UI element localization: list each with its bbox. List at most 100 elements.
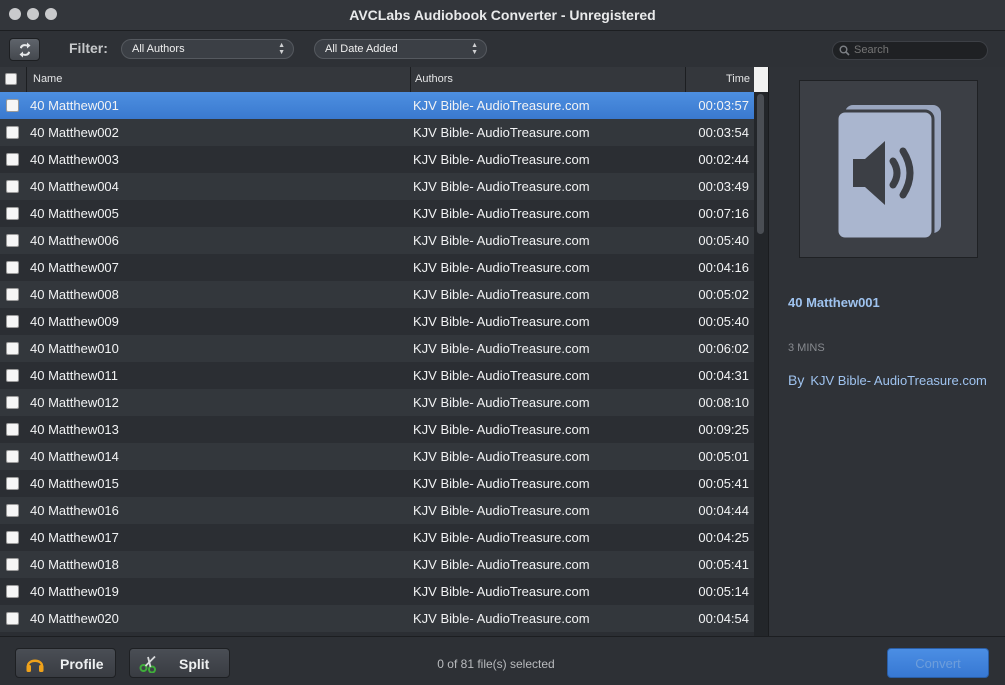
row-time: 00:06:02 (698, 341, 749, 356)
column-divider (26, 67, 27, 92)
row-checkbox[interactable] (6, 234, 19, 247)
row-author: KJV Bible- AudioTreasure.com (413, 125, 590, 140)
row-time: 00:04:44 (698, 503, 749, 518)
select-all-checkbox[interactable] (5, 73, 17, 85)
row-time: 00:03:54 (698, 125, 749, 140)
row-checkbox[interactable] (6, 369, 19, 382)
row-checkbox[interactable] (6, 585, 19, 598)
row-checkbox[interactable] (6, 342, 19, 355)
row-checkbox[interactable] (6, 477, 19, 490)
row-time: 00:05:40 (698, 314, 749, 329)
row-time: 00:03:57 (698, 98, 749, 113)
table-row[interactable]: 40 Matthew017 KJV Bible- AudioTreasure.co… (0, 524, 754, 551)
cover-art (799, 80, 978, 258)
toolbar: Filter: All Authors ▲ ▼ All Date Added ▲ ▼ (0, 31, 1005, 68)
audiobook-table: Name Authors Time 40 Matthew001 KJV Bible… (0, 67, 769, 636)
row-checkbox[interactable] (6, 612, 19, 625)
row-checkbox[interactable] (6, 315, 19, 328)
row-name: 40 Matthew014 (30, 449, 119, 464)
row-checkbox[interactable] (6, 531, 19, 544)
row-name: 40 Matthew001 (30, 98, 119, 113)
selected-book-title: 40 Matthew001 (788, 295, 880, 310)
updown-chevron-icon: ▲ ▼ (278, 42, 285, 56)
table-row[interactable]: 40 Matthew005 KJV Bible- AudioTreasure.co… (0, 200, 754, 227)
selected-book-author: KJV Bible- AudioTreasure.com (810, 373, 987, 388)
table-row[interactable]: 40 Matthew003 KJV Bible- AudioTreasure.co… (0, 146, 754, 173)
table-row[interactable]: 40 Matthew013 KJV Bible- AudioTreasure.co… (0, 416, 754, 443)
row-checkbox[interactable] (6, 396, 19, 409)
table-row[interactable]: 40 Matthew004 KJV Bible- AudioTreasure.co… (0, 173, 754, 200)
authors-filter-value: All Authors (132, 43, 185, 55)
row-name: 40 Matthew010 (30, 341, 119, 356)
row-name: 40 Matthew013 (30, 422, 119, 437)
row-name: 40 Matthew019 (30, 584, 119, 599)
table-row[interactable]: 40 Matthew020 KJV Bible- AudioTreasure.co… (0, 605, 754, 632)
scrollbar-thumb[interactable] (757, 94, 764, 234)
table-row[interactable]: 40 Matthew009 KJV Bible- AudioTreasure.co… (0, 308, 754, 335)
row-time: 00:04:54 (698, 611, 749, 626)
row-name: 40 Matthew002 (30, 125, 119, 140)
convert-button[interactable]: Convert (887, 648, 989, 678)
selected-book-author-line: By KJV Bible- AudioTreasure.com (788, 372, 987, 388)
row-checkbox[interactable] (6, 99, 19, 112)
row-time: 00:08:10 (698, 395, 749, 410)
table-row[interactable]: 40 Matthew011 KJV Bible- AudioTreasure.co… (0, 362, 754, 389)
row-checkbox[interactable] (6, 504, 19, 517)
table-row[interactable]: 40 Matthew010 KJV Bible- AudioTreasure.co… (0, 335, 754, 362)
row-checkbox[interactable] (6, 126, 19, 139)
table-scrollbar[interactable] (754, 92, 768, 636)
row-time: 00:04:16 (698, 260, 749, 275)
row-time: 00:05:14 (698, 584, 749, 599)
row-author: KJV Bible- AudioTreasure.com (413, 152, 590, 167)
table-row[interactable]: 40 Matthew019 KJV Bible- AudioTreasure.co… (0, 578, 754, 605)
row-name: 40 Matthew020 (30, 611, 119, 626)
row-time: 00:04:31 (698, 368, 749, 383)
authors-filter-select[interactable]: All Authors ▲ ▼ (121, 39, 294, 59)
search-input[interactable] (854, 44, 974, 56)
table-row[interactable]: 40 Matthew014 KJV Bible- AudioTreasure.co… (0, 443, 754, 470)
row-author: KJV Bible- AudioTreasure.com (413, 287, 590, 302)
table-row[interactable]: 40 Matthew012 KJV Bible- AudioTreasure.co… (0, 389, 754, 416)
row-checkbox[interactable] (6, 423, 19, 436)
row-author: KJV Bible- AudioTreasure.com (413, 314, 590, 329)
row-checkbox[interactable] (6, 207, 19, 220)
sync-icon (19, 42, 31, 58)
date-filter-value: All Date Added (325, 43, 398, 55)
bottom-bar: Profile Split 0 of 81 file(s) selected C… (0, 636, 1005, 685)
row-checkbox[interactable] (6, 450, 19, 463)
date-added-filter-select[interactable]: All Date Added ▲ ▼ (314, 39, 487, 59)
row-author: KJV Bible- AudioTreasure.com (413, 557, 590, 572)
row-name: 40 Matthew008 (30, 287, 119, 302)
row-name: 40 Matthew018 (30, 557, 119, 572)
table-row[interactable]: 40 Matthew008 KJV Bible- AudioTreasure.co… (0, 281, 754, 308)
row-checkbox[interactable] (6, 288, 19, 301)
table-row[interactable]: 40 Matthew016 KJV Bible- AudioTreasure.co… (0, 497, 754, 524)
table-row[interactable]: 40 Matthew002 KJV Bible- AudioTreasure.co… (0, 119, 754, 146)
table-row[interactable]: 40 Matthew018 KJV Bible- AudioTreasure.co… (0, 551, 754, 578)
row-name: 40 Matthew007 (30, 260, 119, 275)
row-name: 40 Matthew004 (30, 179, 119, 194)
row-name: 40 Matthew009 (30, 314, 119, 329)
column-header-authors[interactable]: Authors (415, 73, 453, 85)
row-author: KJV Bible- AudioTreasure.com (413, 233, 590, 248)
audiobook-speaker-icon (835, 105, 941, 239)
row-checkbox[interactable] (6, 180, 19, 193)
table-row[interactable]: 40 Matthew015 KJV Bible- AudioTreasure.co… (0, 470, 754, 497)
row-author: KJV Bible- AudioTreasure.com (413, 503, 590, 518)
window-title: AVCLabs Audiobook Converter - Unregister… (349, 7, 656, 23)
table-row[interactable]: 40 Matthew007 KJV Bible- AudioTreasure.co… (0, 254, 754, 281)
row-time: 00:05:02 (698, 287, 749, 302)
row-checkbox[interactable] (6, 558, 19, 571)
refresh-library-button[interactable] (9, 38, 40, 61)
search-icon (839, 45, 850, 56)
column-header-time[interactable]: Time (726, 73, 750, 85)
search-box[interactable] (832, 41, 988, 60)
table-row[interactable]: 40 Matthew006 KJV Bible- AudioTreasure.co… (0, 227, 754, 254)
filter-label: Filter: (69, 40, 108, 56)
column-header-name[interactable]: Name (33, 73, 62, 85)
row-checkbox[interactable] (6, 261, 19, 274)
row-checkbox[interactable] (6, 153, 19, 166)
table-body: 40 Matthew001 KJV Bible- AudioTreasure.co… (0, 92, 754, 632)
row-name: 40 Matthew015 (30, 476, 119, 491)
table-row[interactable]: 40 Matthew001 KJV Bible- AudioTreasure.co… (0, 92, 754, 119)
